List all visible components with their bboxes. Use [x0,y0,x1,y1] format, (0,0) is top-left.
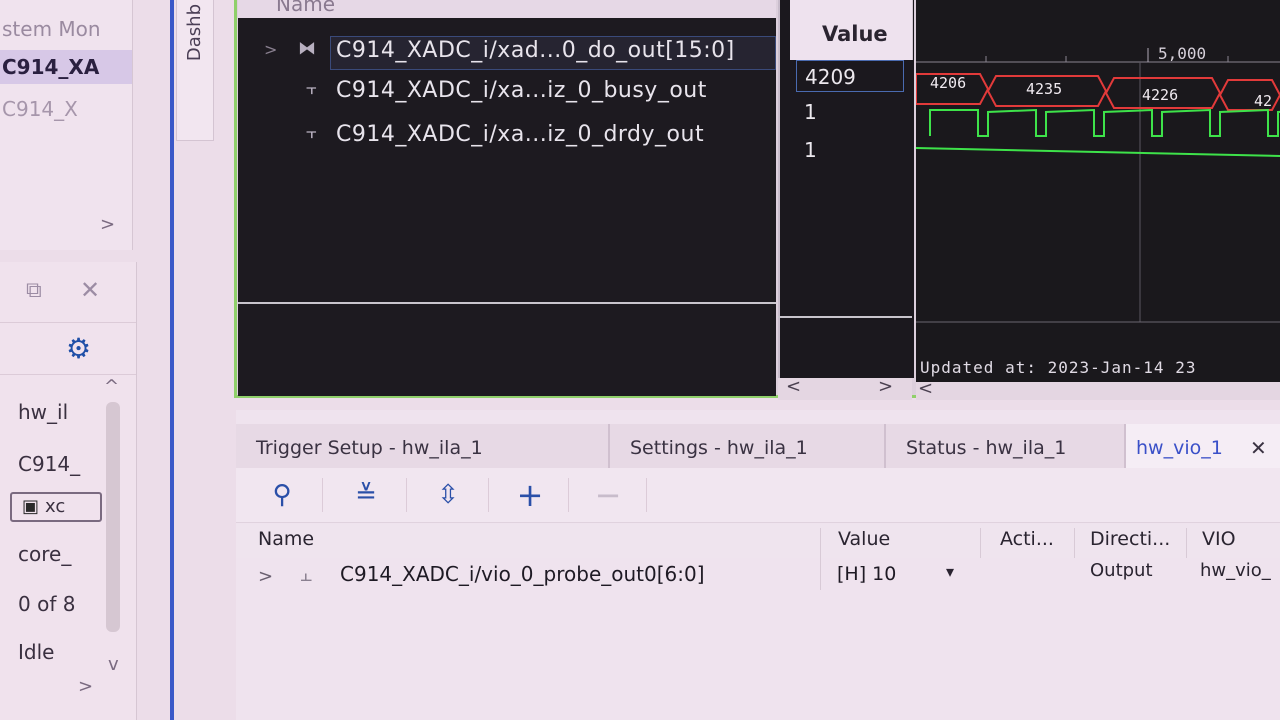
tab-status[interactable]: Status - hw_ila_1 [886,424,1126,468]
probe-direction: Output [1090,560,1153,581]
restore-window-icon[interactable]: ⧉ [26,278,42,303]
column-separator[interactable] [980,528,981,558]
property-item: hw_il [18,400,69,424]
vertical-scrollbar[interactable] [106,402,120,632]
status-item: Idle [18,640,55,664]
bus-value-label: 4226 [1142,86,1179,104]
tab-settings[interactable]: Settings - hw_ila_1 [610,424,886,468]
drdy-trace [916,147,1280,157]
probe-bus-icon: ⫠ [300,562,313,586]
property-item: C914_ [18,452,81,476]
waveform-traces [916,48,1280,323]
toolbar-separator [488,478,489,512]
expand-icon[interactable]: > [258,566,273,587]
signal-row[interactable]: ⫟ C914_XADC_i/xa...iz_0_busy_out [238,76,776,112]
scroll-right-icon[interactable]: > [878,376,893,397]
bit-icon: ⫟ [306,122,317,143]
busy-waveform [929,108,1280,137]
column-separator[interactable] [820,528,821,558]
busy-trace [929,108,1280,137]
system-monitor-panel: stem Mon C914_XA C914_X > [0,0,133,250]
column-header-direction[interactable]: Directi... [1090,528,1170,550]
panel-title: stem Mon [2,17,101,41]
bus-value-label: 42 [1254,92,1273,110]
device-chip-item[interactable]: ▣ xc [10,492,102,522]
value-header-label: Value [822,22,888,46]
panel-toolbar: ⧉ ✕ [0,262,136,323]
signal-name: C914_XADC_i/xa...iz_0_busy_out [336,78,707,103]
signal-value[interactable]: 1 [796,96,904,128]
toolbar-separator [646,478,647,512]
close-tab-icon[interactable]: ✕ [1250,424,1267,472]
expand-all-icon[interactable]: ⇳ [420,474,476,516]
tab-trigger-setup[interactable]: Trigger Setup - hw_ila_1 [236,424,610,468]
bus-value-label: 4235 [1026,80,1063,98]
toolbar-separator [568,478,569,512]
column-header-vio[interactable]: VIO [1202,528,1236,550]
column-header-name[interactable]: Name [258,528,314,550]
divider [778,316,912,318]
toolbar-separator [406,478,407,512]
bus-icon: ⧓ [298,38,316,59]
horizontal-scrollbar[interactable] [916,382,1280,400]
updated-timestamp: Updated at: 2023-Jan-14 23 [920,358,1197,377]
bit-icon: ⫟ [306,78,317,99]
scroll-up-icon[interactable]: ^ [104,376,119,397]
column-header-activity[interactable]: Acti... [1000,528,1054,550]
scroll-right-icon[interactable]: > [100,214,115,235]
add-probe-icon[interactable]: + [502,474,558,516]
property-item: 0 of 8 [18,592,76,616]
signal-row[interactable]: ⫟ C914_XADC_i/xa...iz_0_drdy_out [238,120,776,156]
signal-name: C914_XADC_i/xad...0_do_out[15:0] [336,38,735,63]
name-header-label: Name [276,0,336,16]
pane-divider [170,0,174,720]
probe-name: C914_XADC_i/vio_0_probe_out0[6:0] [340,562,705,586]
tab-label: hw_vio_1 [1136,437,1223,459]
column-separator[interactable] [1074,528,1075,558]
tab-hw-vio[interactable]: hw_vio_1 ✕ [1126,424,1280,468]
scroll-left-icon[interactable]: < [918,378,933,399]
expand-icon[interactable]: > [264,40,277,59]
device-label: xc [45,496,66,517]
divider [238,302,776,304]
close-icon[interactable]: ✕ [80,276,100,304]
bus-trace [916,73,1280,111]
tree-item-selected[interactable]: C914_XA [0,50,132,84]
scroll-down-icon[interactable]: v [108,654,119,675]
remove-probe-icon[interactable]: − [580,474,636,516]
probe-vio: hw_vio_ [1200,560,1271,581]
column-separator[interactable] [1186,528,1187,558]
signal-name: C914_XADC_i/xa...iz_0_drdy_out [336,122,705,147]
signal-row[interactable]: > ⧓ C914_XADC_i/xad...0_do_out[15:0] [238,36,776,72]
collapse-all-icon[interactable]: ≚ [338,474,394,516]
signal-value[interactable]: 4209 [796,60,904,92]
tree-item[interactable]: C914_X [0,92,132,126]
gear-icon[interactable]: ⚙ [66,332,91,365]
column-header-value[interactable]: Value [838,528,890,550]
settings-row: ⚙ [0,322,136,375]
timeline-label: 5,000 [1158,44,1207,63]
bus-value-label: 4206 [930,74,967,92]
toolbar-separator [322,478,323,512]
scroll-right-icon[interactable]: > [78,676,93,697]
signal-value[interactable]: 1 [796,134,904,166]
property-item: core_ [18,542,72,566]
chip-icon: ▣ [22,496,40,517]
search-icon[interactable]: ⚲ [254,474,310,516]
dropdown-caret-icon[interactable]: ▾ [946,562,954,581]
scroll-left-icon[interactable]: < [786,376,801,397]
dashboard-tab-label: Dashb [184,4,205,62]
